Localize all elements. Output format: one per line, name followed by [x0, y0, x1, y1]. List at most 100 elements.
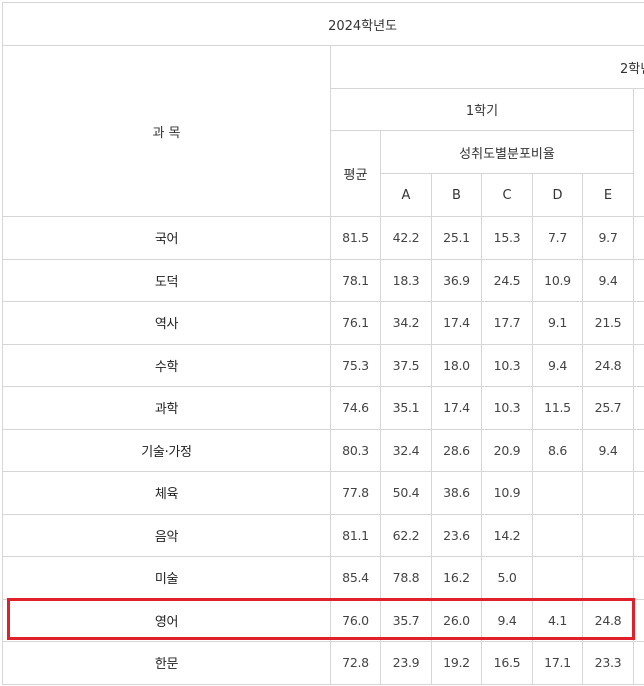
subject-cell: 과학 — [2, 386, 331, 430]
average-cell: 78.1 — [330, 258, 381, 302]
grade-a-cell: 34.2 — [380, 301, 432, 345]
average-cell: 81.5 — [330, 216, 381, 260]
grade-e-cell: 24.8 — [582, 598, 634, 642]
next-term-cell — [632, 556, 644, 600]
average-cell: 72.8 — [330, 641, 381, 685]
distribution-header: 성취도별분포비율 — [380, 130, 634, 174]
average-cell: 76.0 — [330, 598, 381, 642]
grade-b-cell: 36.9 — [431, 258, 482, 302]
grade-d-cell: 8.6 — [532, 428, 583, 472]
average-cell: 85.4 — [330, 556, 381, 600]
table-row: 역사 76.1 34.2 17.4 17.7 9.1 21.5 — [2, 301, 644, 345]
grade-c-cell: 9.4 — [481, 598, 533, 642]
grade-table-view: 2024학년도 과 목 2학년 1학기 평균 성취도별분포비율 A B C D … — [0, 0, 644, 686]
grade-c-cell: 10.9 — [481, 471, 533, 515]
grade-a-cell: 62.2 — [380, 513, 432, 557]
average-cell: 75.3 — [330, 343, 381, 387]
grade-e-cell — [582, 556, 634, 600]
grade-a-header: A — [380, 173, 432, 217]
grade-c-cell: 10.3 — [481, 343, 533, 387]
average-cell: 77.8 — [330, 471, 381, 515]
next-term-cell — [632, 598, 644, 642]
term-header: 1학기 — [330, 88, 634, 131]
grade-d-cell: 17.1 — [532, 641, 583, 685]
grade-e-cell — [582, 471, 634, 515]
grade-d-cell: 7.7 — [532, 216, 583, 260]
grade-d-cell: 10.9 — [532, 258, 583, 302]
table-row: 체육 77.8 50.4 38.6 10.9 — [2, 471, 644, 515]
average-cell: 76.1 — [330, 301, 381, 345]
grade-b-header: B — [431, 173, 482, 217]
table-row: 음악 81.1 62.2 23.6 14.2 — [2, 513, 644, 557]
term-next-header — [632, 88, 644, 217]
grade-b-cell: 23.6 — [431, 513, 482, 557]
subject-column-header: 과 목 — [2, 45, 331, 217]
grade-a-cell: 32.4 — [380, 428, 432, 472]
table-row: 기술·가정 80.3 32.4 28.6 20.9 8.6 9.4 — [2, 428, 644, 472]
subject-cell: 도덕 — [2, 258, 331, 302]
subject-cell: 음악 — [2, 513, 331, 557]
grade-e-cell: 9.4 — [582, 428, 634, 472]
grade-b-cell: 17.4 — [431, 301, 482, 345]
grade-d-cell: 9.4 — [532, 343, 583, 387]
table-row: 미술 85.4 78.8 16.2 5.0 — [2, 556, 644, 600]
grade-b-cell: 28.6 — [431, 428, 482, 472]
next-term-cell — [632, 258, 644, 302]
subject-cell: 국어 — [2, 216, 331, 260]
grade-b-cell: 26.0 — [431, 598, 482, 642]
grade-c-cell: 16.5 — [481, 641, 533, 685]
grade-e-cell: 23.3 — [582, 641, 634, 685]
grade-d-cell — [532, 556, 583, 600]
next-term-cell — [632, 343, 644, 387]
grade-a-cell: 35.1 — [380, 386, 432, 430]
grade-e-cell: 24.8 — [582, 343, 634, 387]
grade-c-header: C — [481, 173, 533, 217]
table-row: 도덕 78.1 18.3 36.9 24.5 10.9 9.4 — [2, 258, 644, 302]
grade-b-cell: 18.0 — [431, 343, 482, 387]
grade-d-cell: 11.5 — [532, 386, 583, 430]
subject-cell: 기술·가정 — [2, 428, 331, 472]
grade-e-cell: 9.7 — [582, 216, 634, 260]
subject-cell: 영어 — [2, 598, 331, 642]
next-term-cell — [632, 386, 644, 430]
grade-a-cell: 50.4 — [380, 471, 432, 515]
grade-a-cell: 37.5 — [380, 343, 432, 387]
grade-b-cell: 16.2 — [431, 556, 482, 600]
subject-cell: 미술 — [2, 556, 331, 600]
average-cell: 74.6 — [330, 386, 381, 430]
table-row: 수학 75.3 37.5 18.0 10.3 9.4 24.8 — [2, 343, 644, 387]
grade-b-cell: 19.2 — [431, 641, 482, 685]
subject-cell: 체육 — [2, 471, 331, 515]
next-term-cell — [632, 301, 644, 345]
subject-cell: 한문 — [2, 641, 331, 685]
grade-d-cell: 4.1 — [532, 598, 583, 642]
table-row-highlighted: 영어 76.0 35.7 26.0 9.4 4.1 24.8 — [2, 598, 644, 642]
grade-c-cell: 15.3 — [481, 216, 533, 260]
table-row: 한문 72.8 23.9 19.2 16.5 17.1 23.3 — [2, 641, 644, 685]
grade-level-header: 2학년 — [329, 45, 644, 89]
grade-e-header: E — [582, 173, 634, 217]
grade-e-cell: 21.5 — [582, 301, 634, 345]
grade-b-cell: 25.1 — [431, 216, 482, 260]
next-term-cell — [632, 428, 644, 472]
grade-a-cell: 42.2 — [380, 216, 432, 260]
grade-c-cell: 24.5 — [481, 258, 533, 302]
grade-e-cell — [582, 513, 634, 557]
grade-c-cell: 5.0 — [481, 556, 533, 600]
next-term-cell — [632, 471, 644, 515]
achievement-table: 2024학년도 과 목 2학년 1학기 평균 성취도별분포비율 A B C D … — [1, 2, 644, 685]
grade-c-cell: 10.3 — [481, 386, 533, 430]
grade-b-cell: 17.4 — [431, 386, 482, 430]
grade-a-cell: 78.8 — [380, 556, 432, 600]
grade-d-cell — [532, 471, 583, 515]
grade-a-cell: 35.7 — [380, 598, 432, 642]
grade-b-cell: 38.6 — [431, 471, 482, 515]
grade-e-cell: 9.4 — [582, 258, 634, 302]
table-row: 국어 81.5 42.2 25.1 15.3 7.7 9.7 — [2, 216, 644, 260]
grade-a-cell: 23.9 — [380, 641, 432, 685]
next-term-cell — [632, 216, 644, 260]
grade-c-cell: 20.9 — [481, 428, 533, 472]
average-cell: 80.3 — [330, 428, 381, 472]
next-term-cell — [632, 641, 644, 685]
grade-c-cell: 14.2 — [481, 513, 533, 557]
